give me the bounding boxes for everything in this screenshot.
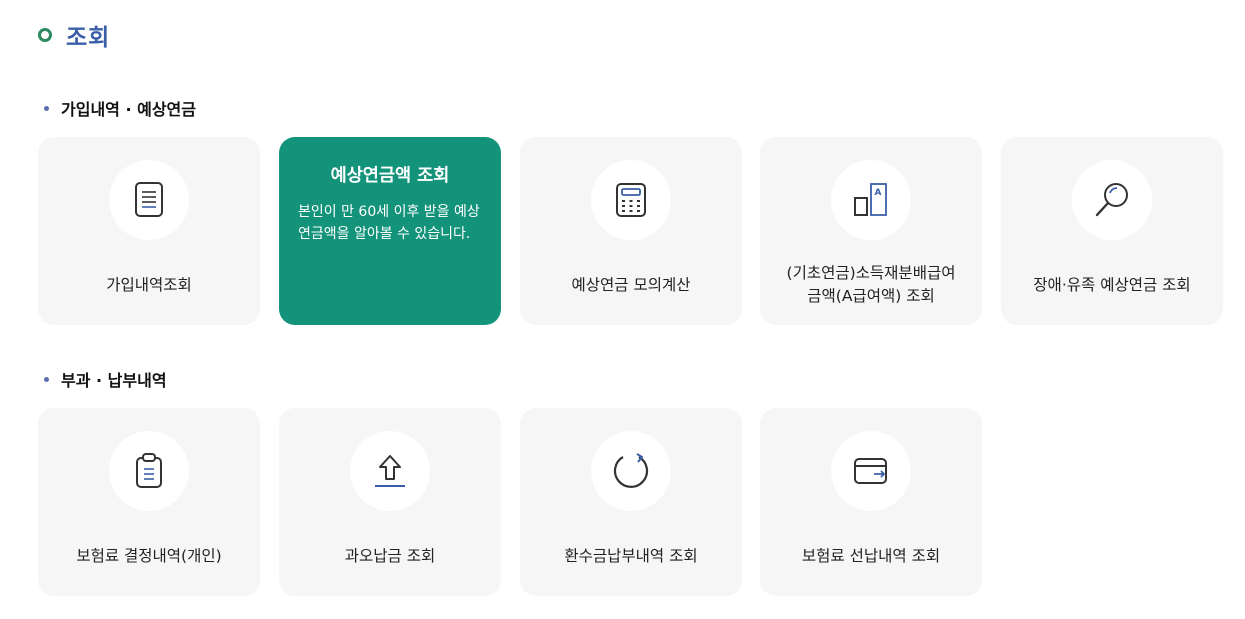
card-subscription-history[interactable]: 가입내역조회 [38,137,260,325]
card-refund-payment-history[interactable]: 환수금납부내역 조회 [520,408,742,596]
svg-text:A: A [875,188,882,198]
card-label: 가입내역조회 [106,275,192,294]
card-pension-simulation[interactable]: 예상연금 모의계산 [520,137,742,325]
magnifier-icon [1072,160,1152,240]
card-prepayment-history[interactable]: 보험료 선납내역 조회 [760,408,982,596]
card-title: 예상연금액 조회 [330,166,450,186]
page-title: 조회 [66,25,111,51]
card-overpayment-inquiry[interactable]: 과오납금 조회 [279,408,501,596]
page-header: 조회 [38,18,110,52]
a-chart-icon: A [831,160,911,240]
card-label: 장애·유족 예상연금 조회 [1033,275,1191,294]
section-heading-label: 부과 · 납부내역 [61,371,167,390]
card-label: 보험료 결정내역(개인) [76,546,222,565]
card-label: (기초연금)소득재분배급여 금액(A급여액) 조회 [786,264,956,305]
section-heading-subscription: 가입내역 · 예상연금 [44,96,196,120]
wallet-icon [831,431,911,511]
document-icon [109,160,189,240]
card-label: 환수금납부내역 조회 [564,546,698,565]
section-heading-label: 가입내역 · 예상연금 [61,100,196,119]
bullet-icon [44,105,49,111]
upload-arrow-icon [350,431,430,511]
bullet-icon [44,376,49,382]
card-label: 과오납금 조회 [344,546,436,565]
card-description: 본인이 만 60세 이후 받을 예상연금액을 알아볼 수 있습니다. [298,204,480,242]
clipboard-icon [109,431,189,511]
title-bullet-icon [38,28,52,42]
calculator-icon [591,160,671,240]
card-label: 예상연금 모의계산 [571,275,691,294]
card-label: 보험료 선납내역 조회 [801,546,941,565]
refresh-icon [591,431,671,511]
card-disability-survivor-pension[interactable]: 장애·유족 예상연금 조회 [1001,137,1223,325]
section-heading-billing: 부과 · 납부내역 [44,367,167,391]
card-expected-pension[interactable]: 예상연금액 조회 본인이 만 60세 이후 받을 예상연금액을 알아볼 수 있습… [279,137,501,325]
card-premium-decision[interactable]: 보험료 결정내역(개인) [38,408,260,596]
card-a-benefit-inquiry[interactable]: A (기초연금)소득재분배급여 금액(A급여액) 조회 [760,137,982,325]
